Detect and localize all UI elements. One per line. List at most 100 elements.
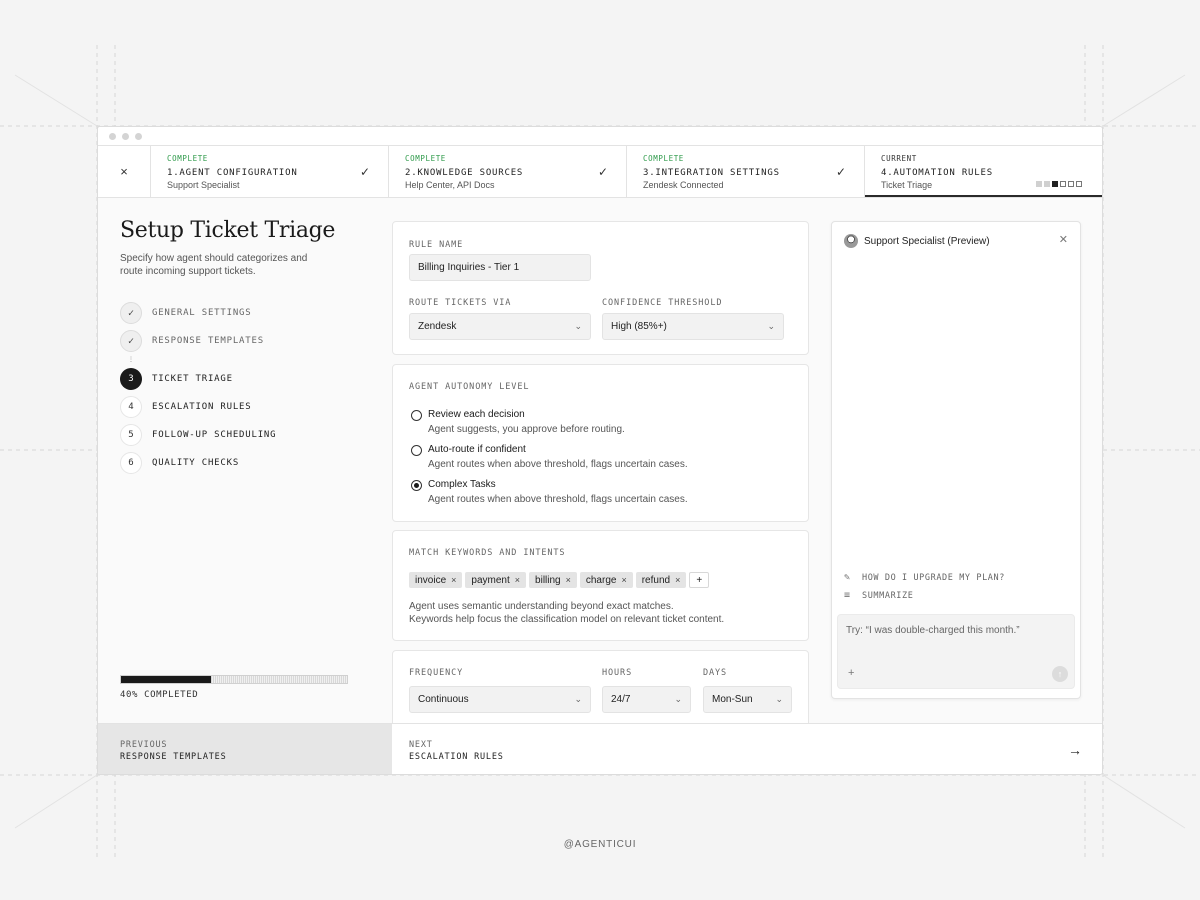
substep-ticket-triage[interactable]: 3 TICKET TRIAGE [120,365,276,393]
remove-icon[interactable]: × [621,575,626,585]
progress-fill [121,676,212,683]
send-icon[interactable]: ↑ [1052,666,1068,682]
list-icon: ≡ [844,590,851,601]
window-dot[interactable] [135,132,142,140]
hours-select[interactable]: 24/7 ⌄ [602,686,691,713]
chevron-down-icon: ⌄ [767,321,775,331]
watermark: @AGENTICUI [563,839,637,850]
step-integration-settings[interactable]: COMPLETE 3.INTEGRATION SETTINGS Zendesk … [627,146,865,197]
substep-escalation-rules[interactable]: 4 ESCALATION RULES [120,393,276,421]
route-value: Zendesk [418,321,457,332]
radio-button[interactable] [411,410,422,421]
keywords-label: MATCH KEYWORDS AND INTENTS [409,548,566,558]
step-agent-configuration[interactable]: COMPLETE 1.AGENT CONFIGURATION Support S… [151,146,389,197]
step-subtitle: Support Specialist [167,180,240,190]
previous-step-name: RESPONSE TEMPLATES [120,752,227,762]
step-status: COMPLETE [405,154,446,163]
route-select[interactable]: Zendesk ⌄ [409,313,591,340]
keyword-chip[interactable]: charge × [579,572,633,588]
substep-general-settings[interactable]: ✓ GENERAL SETTINGS [120,299,276,327]
radio-button-selected[interactable] [411,480,422,491]
progress-square [1052,181,1058,187]
step-knowledge-sources[interactable]: COMPLETE 2.KNOWLEDGE SOURCES Help Center… [389,146,627,197]
step-automation-rules[interactable]: CURRENT 4.AUTOMATION RULES Ticket Triage [865,146,1102,197]
progress-square [1060,181,1066,187]
keyword-chip[interactable]: invoice × [409,572,463,588]
chip-label: charge [585,574,617,586]
step-number-badge: 3 [120,368,142,390]
check-icon: ✓ [597,165,608,179]
window-dot[interactable] [109,132,116,140]
confidence-select[interactable]: High (85%+) ⌄ [602,313,784,340]
frequency-select[interactable]: Continuous ⌄ [409,686,591,713]
step-subtitle: Zendesk Connected [643,180,724,190]
add-keyword-button[interactable]: + [689,572,710,588]
keyword-chip[interactable]: billing × [529,572,577,588]
chevron-down-icon: ⌄ [574,321,582,331]
keywords-card: MATCH KEYWORDS AND INTENTS invoice × paym… [392,530,809,641]
remove-icon[interactable]: × [566,575,571,585]
hours-label: HOURS [602,668,633,678]
substep-quality-checks[interactable]: 6 QUALITY CHECKS [120,449,276,477]
chat-input[interactable]: Try: “I was double-charged this month.” … [837,614,1075,689]
step-status: COMPLETE [167,154,208,163]
autonomy-label: AGENT AUTONOMY LEVEL [409,382,530,392]
autonomy-option-auto-route[interactable]: Auto-route if confident Agent routes whe… [411,444,688,470]
previous-button[interactable]: PREVIOUS RESPONSE TEMPLATES [98,724,392,774]
rule-card: RULE NAME Billing Inquiries - Tier 1 ROU… [392,221,809,355]
check-icon: ✓ [359,165,370,179]
preview-header: Support Specialist (Preview) [844,234,990,248]
close-icon[interactable]: × [98,146,151,197]
confidence-label: CONFIDENCE THRESHOLD [602,298,723,308]
suggestion-text: SUMMARIZE [862,590,914,601]
main-content: Setup Ticket Triage Specify how agent sh… [98,198,1102,750]
step-status: COMPLETE [643,154,684,163]
radio-button[interactable] [411,445,422,456]
progress-square [1044,181,1050,187]
remove-icon[interactable]: × [515,575,520,585]
avatar [844,234,858,248]
keyword-chip[interactable]: payment × [465,572,527,588]
progress-square [1068,181,1074,187]
rule-name-value: Billing Inquiries - Tier 1 [418,262,520,273]
option-title: Complex Tasks [428,479,496,490]
rule-name-input[interactable]: Billing Inquiries - Tier 1 [409,254,591,281]
substep-label: ESCALATION RULES [152,402,252,412]
attach-plus-icon[interactable]: + [848,667,854,679]
confidence-value: High (85%+) [611,321,667,332]
step-title: 3.INTEGRATION SETTINGS [643,168,780,178]
suggestion-upgrade-plan[interactable]: ✎ HOW DO I UPGRADE MY PLAN? [844,572,1005,583]
days-select[interactable]: Mon-Sun ⌄ [703,686,792,713]
substep-list: ✓ GENERAL SETTINGS ✓ RESPONSE TEMPLATES … [120,299,276,477]
substep-label: TICKET TRIAGE [152,374,233,384]
next-label: NEXT [409,740,433,750]
substep-label: GENERAL SETTINGS [152,308,252,318]
next-button[interactable]: NEXT ESCALATION RULES → [392,724,1102,774]
chip-label: billing [535,574,561,586]
progress-square [1036,181,1042,187]
keywords-desc-line: Agent uses semantic understanding beyond… [409,601,674,612]
suggestion-summarize[interactable]: ≡ SUMMARIZE [844,590,913,601]
autonomy-option-review[interactable]: Review each decision Agent suggests, you… [411,409,625,435]
preview-title: Support Specialist (Preview) [864,235,990,247]
step-progress-squares [1036,181,1082,187]
days-label: DAYS [703,668,728,678]
step-status: CURRENT [881,154,917,163]
suggestion-text: HOW DO I UPGRADE MY PLAN? [862,572,1005,583]
chip-label: payment [471,574,510,586]
remove-icon[interactable]: × [675,575,680,585]
autonomy-option-complex-tasks[interactable]: Complex Tasks Agent routes when above th… [411,479,688,505]
substep-response-templates[interactable]: ✓ RESPONSE TEMPLATES [120,327,276,355]
remove-icon[interactable]: × [451,575,456,585]
previous-label: PREVIOUS [120,740,168,750]
close-icon[interactable]: ✕ [1059,233,1068,246]
check-icon: ✓ [120,302,142,324]
step-subtitle: Help Center, API Docs [405,180,495,190]
keyword-chip[interactable]: refund × [635,572,687,588]
substep-follow-up-scheduling[interactable]: 5 FOLLOW-UP SCHEDULING [120,421,276,449]
step-number-badge: 5 [120,424,142,446]
window-dot[interactable] [122,132,129,140]
route-label: ROUTE TICKETS VIA [409,298,512,308]
hours-value: 24/7 [611,694,631,705]
option-description: Agent suggests, you approve before routi… [428,424,625,435]
